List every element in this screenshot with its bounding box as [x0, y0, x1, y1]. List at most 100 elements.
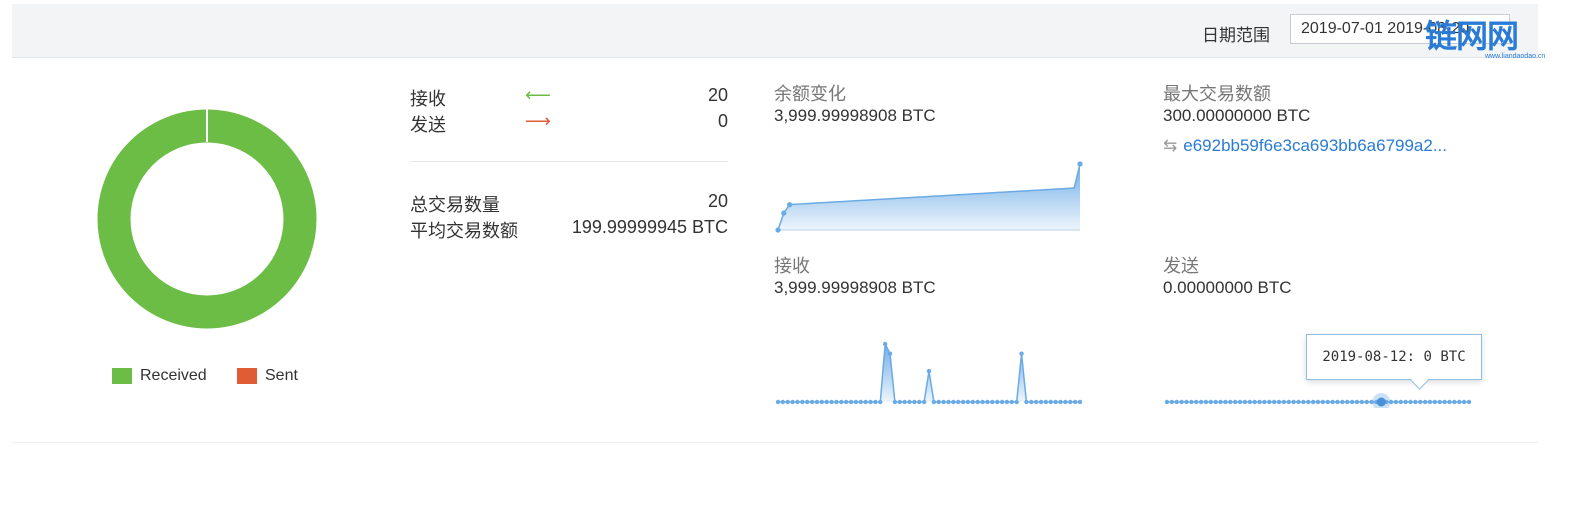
sparkline-point [1194, 399, 1199, 405]
sparkline-point [1014, 399, 1019, 405]
sparkline-point [1004, 399, 1010, 405]
sparkline-point [1310, 399, 1316, 405]
sparkline-point [873, 399, 878, 405]
sparkline-point [824, 399, 829, 405]
donut-received-slice [97, 109, 317, 329]
sparkline-point [1068, 399, 1073, 405]
sparkline-point [785, 399, 790, 405]
sparkline-point [848, 399, 854, 405]
legend-sent-swatch [237, 368, 257, 384]
sparkline-point [1009, 399, 1015, 405]
sparkline-point [980, 399, 985, 405]
sparkline-point [819, 399, 825, 405]
sparkline-point [1262, 399, 1267, 405]
legend-received[interactable]: Received [112, 367, 207, 385]
sparkline-point [1276, 399, 1282, 405]
date-range-label: 日期范围 [1202, 26, 1270, 45]
sparkline-point [834, 399, 839, 405]
watermark-logo: 链网网 [1425, 18, 1519, 54]
sparkline-point [887, 351, 893, 356]
sparkline-point [829, 399, 834, 405]
sparkline-point [1335, 399, 1340, 405]
sparkline-point [1296, 399, 1301, 405]
sent-card-value: 0.00000000 BTC [1163, 278, 1292, 297]
sparkline-point [1208, 399, 1214, 405]
sparkline-point [1077, 399, 1083, 405]
avg-tx-value: 199.99999945 BTC [571, 217, 728, 237]
sparkline-point [1349, 399, 1355, 405]
sparkline-point [1203, 399, 1209, 405]
sparkline-point [1038, 399, 1044, 405]
sparkline-point [1325, 399, 1330, 405]
sparkline-point [917, 399, 922, 405]
sparkline-point [926, 368, 932, 374]
avg-tx-row: 平均交易数额 199.99999945 BTC [410, 217, 728, 241]
sparkline-point [1398, 399, 1404, 405]
received-sparkline [775, 341, 1083, 405]
arrow-left-icon: ⟵ [525, 85, 551, 105]
sparkline-point [1281, 399, 1287, 405]
sparkline-highlight-point[interactable] [1376, 397, 1386, 407]
sparkline-point [1271, 399, 1277, 405]
sent-count-value: 0 [717, 111, 728, 131]
sparkline-point [1452, 399, 1457, 405]
sparkline-point [1447, 399, 1452, 405]
sparkline-point [1189, 399, 1194, 405]
sparkline-point [863, 399, 868, 405]
sent-count-row: 发送 ⟶ 0 [410, 111, 728, 135]
sparkline-point [1058, 399, 1063, 405]
sparkline-point [853, 399, 859, 405]
sparkline-point [999, 399, 1005, 405]
sparkline-point [1340, 399, 1345, 405]
sparkline-point [1432, 399, 1438, 405]
sparkline-point [1247, 399, 1253, 405]
arrow-right-icon: ⟶ [525, 111, 551, 131]
summary-divider [410, 161, 728, 162]
sparkline-point [780, 399, 786, 405]
sparkline-point [951, 399, 956, 405]
sparkline-point [936, 399, 941, 405]
total-tx-row: 总交易数量 20 [410, 191, 728, 215]
sparkline-point [781, 210, 787, 216]
sparkline-point [858, 399, 864, 405]
legend-sent-label: Sent [265, 367, 298, 384]
sparkline-point [897, 399, 902, 405]
sparkline-point [1301, 399, 1306, 405]
sparkline-point [965, 399, 971, 405]
sparkline-point [1033, 399, 1039, 405]
sparkline-point [839, 399, 844, 405]
sparkline-point [1179, 399, 1184, 405]
received-card-title: 接收 [774, 256, 810, 276]
sparkline-point [882, 341, 888, 347]
balance-change-title: 余额变化 [774, 84, 846, 104]
sparkline-point [805, 399, 810, 405]
sparkline-point [1345, 399, 1350, 405]
sparkline-point [814, 399, 820, 405]
sparkline-point [1427, 399, 1433, 405]
sparkline-point [1354, 399, 1360, 405]
sparkline-point [1457, 399, 1462, 405]
sparkline-point [787, 202, 793, 208]
sparkline-point [809, 399, 815, 405]
received-count-label: 接收 [410, 89, 446, 109]
received-count-row: 接收 ⟵ 20 [410, 85, 728, 109]
sparkline-point [790, 399, 795, 405]
sparkline-point [902, 399, 907, 405]
sparkline-point [1306, 399, 1311, 405]
swap-icon: ⇆ [1163, 136, 1178, 155]
legend-sent[interactable]: Sent [237, 367, 298, 385]
sparkline-point [775, 399, 781, 405]
sparkline-point [1408, 399, 1413, 405]
sparkline-point [1422, 399, 1428, 405]
received-count-value: 20 [707, 85, 728, 105]
sparkline-point [1286, 399, 1291, 405]
sparkline-point [921, 399, 927, 405]
sparkline-point [1063, 399, 1068, 405]
max-tx-hash-link[interactable]: ⇆ e692bb59f6e3ca693bb6a6799a2... [1163, 136, 1447, 156]
sparkline-point [1403, 399, 1408, 405]
sparkline-point [795, 399, 800, 405]
sparkline-point [1359, 399, 1365, 405]
sparkline-point [1218, 399, 1223, 405]
sparkline-point [1228, 399, 1233, 405]
legend-received-swatch [112, 368, 132, 384]
